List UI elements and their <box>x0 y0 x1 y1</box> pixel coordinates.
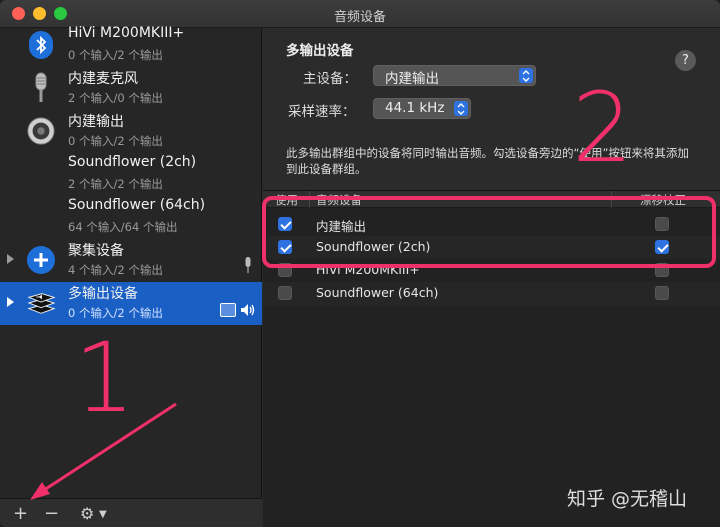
device-io-count: 2 个输入/0 个输出 <box>68 91 163 105</box>
drift-correction-checkbox[interactable] <box>655 286 669 300</box>
device-io-count: 2 个输入/2 个输出 <box>68 177 163 191</box>
sample-rate-label: 采样速率： <box>288 104 356 120</box>
device-io-count: 4 个输入/2 个输出 <box>68 263 163 277</box>
device-item-soundflower-2ch[interactable]: Soundflower (2ch) 2 个输入/2 个输出 <box>0 153 262 196</box>
device-status-icons <box>220 303 256 317</box>
subdevice-name: Soundflower (64ch) <box>316 285 439 300</box>
device-io-count: 0 个输入/2 个输出 <box>68 48 163 62</box>
annotation-highlight-box <box>262 196 716 268</box>
multi-output-icon <box>26 287 56 319</box>
sample-rate-popup[interactable]: 44.1 kHz <box>373 98 471 119</box>
annotation-number-2: 2 <box>572 72 634 184</box>
device-item-builtin-mic[interactable]: 内建麦克风 2 个输入/0 个输出 <box>0 67 262 110</box>
table-row: Soundflower (64ch) <box>263 282 720 305</box>
annotation-number-1: 1 <box>74 322 136 434</box>
use-checkbox[interactable] <box>278 286 292 300</box>
device-item-multi-output[interactable]: 多输出设备 0 个输入/2 个输出 <box>0 282 262 325</box>
updown-chevron-icon <box>519 68 533 83</box>
speaker-icon <box>26 115 56 147</box>
disclosure-triangle-icon[interactable] <box>7 254 14 264</box>
watermark: 知乎 @无稽山 <box>567 488 688 510</box>
bluetooth-icon <box>26 29 56 61</box>
microphone-icon <box>26 72 56 104</box>
add-device-button[interactable]: + <box>13 503 28 524</box>
sidebar-toolbar: + − ⚙ ▼ <box>0 498 262 527</box>
finder-icon <box>220 303 236 317</box>
device-name: 多输出设备 <box>68 286 138 302</box>
master-device-popup[interactable]: 内建输出 <box>373 65 536 87</box>
device-detail-pane: 多输出设备 ? 主设备： 内建输出 采样速率： 44.1 kHz 此多输出群组中… <box>263 28 720 527</box>
device-io-count: 64 个输入/64 个输出 <box>68 220 178 234</box>
audio-devices-window: 音频设备 HiVi M200MKIII+ 0 个输入/2 个输出 内建麦克风 2… <box>0 0 720 527</box>
default-output-speaker-icon <box>241 304 255 316</box>
device-name: HiVi M200MKIII+ <box>68 25 185 41</box>
updown-chevron-icon <box>454 101 468 116</box>
window-title: 音频设备 <box>333 10 386 25</box>
device-name: 聚集设备 <box>68 243 124 259</box>
multi-output-description: 此多输出群组中的设备将同时输出音频。勾选设备旁边的“使用”按钮来将其添加到此设备… <box>286 146 689 176</box>
device-item-aggregate[interactable]: 聚集设备 4 个输入/2 个输出 <box>0 239 262 282</box>
device-name: Soundflower (2ch) <box>68 154 197 170</box>
default-input-mic-icon <box>245 257 251 273</box>
master-device-value: 内建输出 <box>385 71 439 87</box>
plus-badge-icon <box>26 244 56 276</box>
chevron-down-icon[interactable]: ▼ <box>99 509 107 520</box>
help-button[interactable]: ? <box>675 50 696 71</box>
pane-title: 多输出设备 <box>286 43 354 59</box>
device-io-count: 0 个输入/2 个输出 <box>68 306 163 320</box>
sample-rate-value: 44.1 kHz <box>385 100 445 116</box>
device-item-soundflower-64ch[interactable]: Soundflower (64ch) 64 个输入/64 个输出 <box>0 196 262 239</box>
device-name: 内建麦克风 <box>68 71 138 87</box>
master-device-label: 主设备： <box>303 71 357 87</box>
device-io-count: 0 个输入/2 个输出 <box>68 134 163 148</box>
device-name: 内建输出 <box>68 114 124 130</box>
device-item-hivi[interactable]: HiVi M200MKIII+ 0 个输入/2 个输出 <box>0 24 262 67</box>
gear-icon[interactable]: ⚙ <box>80 504 94 523</box>
disclosure-triangle-icon[interactable] <box>7 297 14 307</box>
device-item-builtin-output[interactable]: 内建输出 0 个输入/2 个输出 <box>0 110 262 153</box>
device-name: Soundflower (64ch) <box>68 197 206 213</box>
remove-device-button[interactable]: − <box>44 503 59 524</box>
